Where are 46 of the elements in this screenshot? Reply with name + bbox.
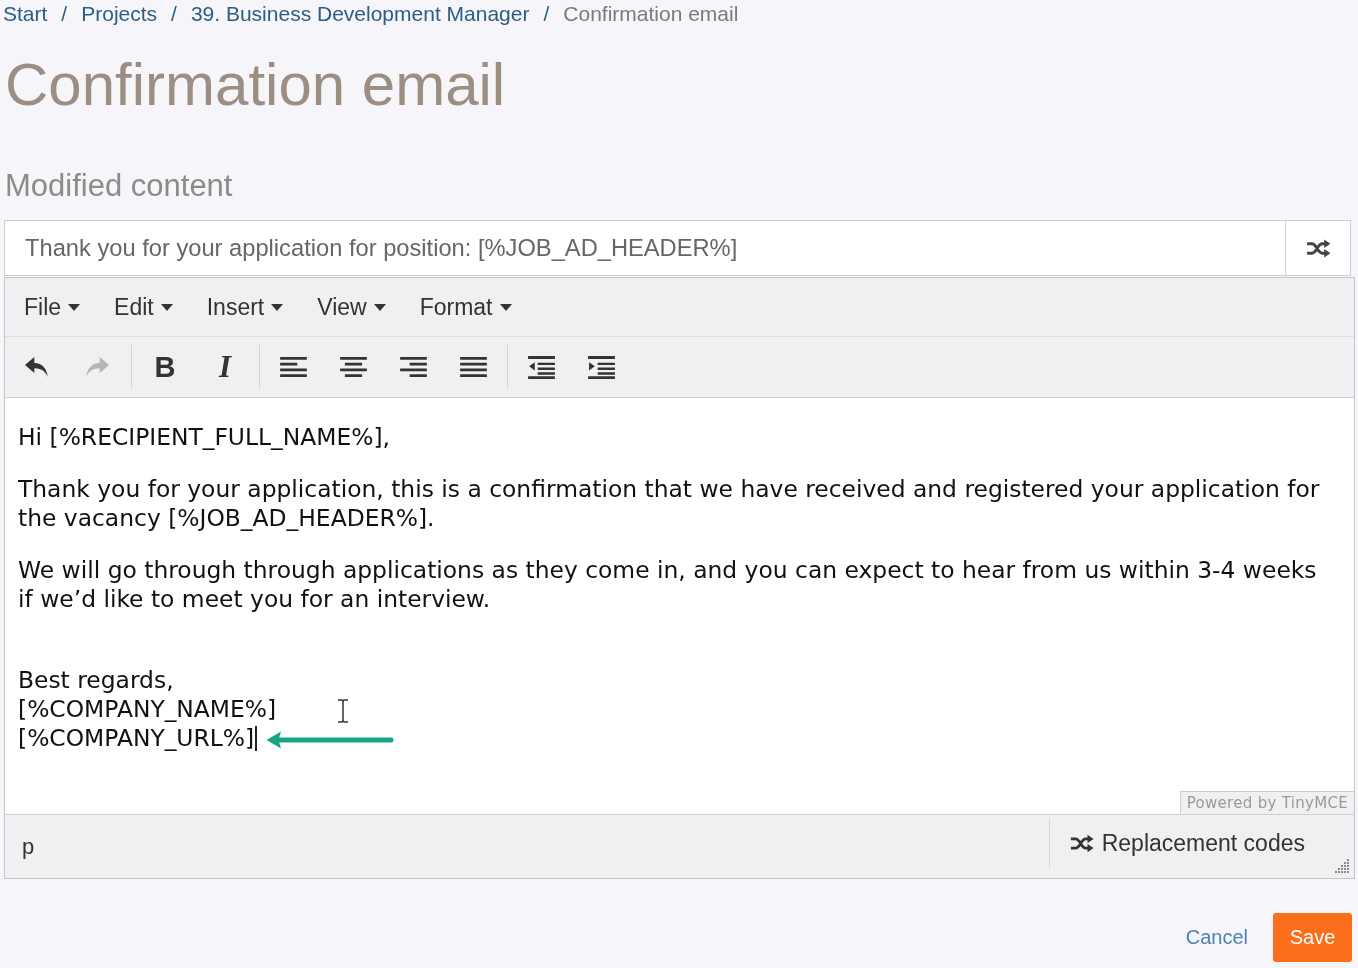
breadcrumb-separator: / [543, 1, 550, 27]
shuffle-icon [1069, 834, 1094, 853]
justify-icon [459, 356, 487, 378]
align-center-icon [339, 356, 367, 378]
breadcrumb-current: Confirmation email [563, 1, 739, 27]
bold-button[interactable]: B [135, 345, 195, 389]
rich-text-field[interactable] [5, 397, 1354, 814]
menu-button[interactable]: Format [402, 292, 529, 322]
signature-line: Best regards, [18, 666, 174, 695]
breadcrumb-link[interactable]: Projects [81, 0, 158, 28]
breadcrumb-separator: / [171, 1, 177, 27]
caret-icon [499, 303, 512, 311]
menu-button[interactable]: File [7, 292, 98, 322]
signature-line: [%COMPANY_URL%] [18, 724, 255, 753]
caret-icon [271, 303, 284, 311]
caret-icon [160, 303, 173, 311]
subject-field[interactable]: Thank you for your application for position: [%JOB_AD_HEADER%] [4, 220, 1285, 276]
cancel-link[interactable]: Cancel [1185, 926, 1248, 949]
outdent-icon [527, 355, 555, 379]
resize-handle-icon[interactable] [1334, 858, 1350, 874]
breadcrumb-link[interactable]: Start [3, 0, 48, 28]
email-paragraph: Thank you for your application, this is a confirmation that we have received and registered your application for the vacancy [%JOB_AD_HEADER%]. [18, 475, 1321, 533]
email-paragraph: Hi [%RECIPIENT_FULL_NAME%], [18, 423, 391, 452]
align-right-icon [399, 356, 427, 378]
undo-icon [25, 357, 49, 377]
caret-icon [68, 303, 81, 311]
text-cursor-icon [337, 699, 349, 723]
section-heading: Modified content [5, 167, 234, 205]
menu-button[interactable]: Edit [97, 292, 190, 322]
align-left-icon [279, 356, 307, 378]
insert-code-button[interactable] [1285, 220, 1351, 276]
caret-icon [373, 303, 386, 311]
replacement-codes-button[interactable]: Replacement codes [1048, 819, 1325, 868]
page-title: Confirmation email [5, 50, 507, 120]
menu-button[interactable]: Insert [189, 292, 301, 322]
shuffle-icon [1305, 238, 1331, 258]
signature-line: [%COMPANY_NAME%] [18, 695, 277, 724]
arrow-annotation-icon [266, 730, 395, 749]
italic-button[interactable]: I [195, 345, 255, 389]
element-path[interactable]: p [22, 833, 35, 860]
email-paragraph: We will go through through applications as they come in, and you can expect to hear from us within 3-4 weeks if we’d like to meet you for an interview. [18, 556, 1318, 614]
redo-icon [85, 357, 109, 377]
indent-icon [587, 355, 615, 379]
menu-button[interactable]: View [300, 292, 403, 322]
breadcrumb-separator: / [61, 1, 68, 27]
breadcrumb-link[interactable]: 39. Business Development Manager [190, 0, 530, 28]
